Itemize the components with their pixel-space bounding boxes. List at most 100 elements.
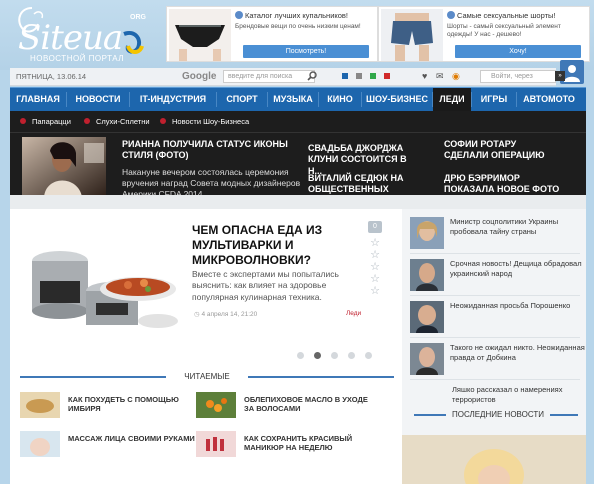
login-go-icon[interactable]: » <box>555 71 565 81</box>
sidebar-news-title: Неожиданная просьба Порошенко <box>450 301 571 310</box>
main-article-image[interactable] <box>20 221 182 341</box>
sidebar-news-item[interactable]: Срочная новость! Дещица обрадовал украин… <box>410 259 586 293</box>
read-item[interactable]: МАССАЖ ЛИЦА СВОИМИ РУКАМИ <box>20 431 200 457</box>
ad-button[interactable]: Посмотреть! <box>243 45 369 58</box>
minister-photo <box>410 217 444 249</box>
star-icon[interactable]: ☆ <box>368 285 382 297</box>
slider-dot[interactable] <box>314 352 321 359</box>
nav-item-games[interactable]: ИГРЫ <box>472 88 516 111</box>
favorites-heart-icon[interactable]: ♥ <box>422 71 427 81</box>
search-icon[interactable] <box>307 71 317 81</box>
utility-bar: ПЯТНИЦА, 13.06.14 Google введите для пои… <box>10 68 565 86</box>
mail-icon[interactable]: ✉ <box>436 71 444 82</box>
theme-gray-icon[interactable] <box>356 73 362 79</box>
subnav-item-gossip[interactable]: Слухи-Сплетни <box>84 117 150 126</box>
divider <box>414 414 446 416</box>
main-content: ЧЕМ ОПАСНА ЕДА ИЗ МУЛЬТИВАРКИ И МИКРОВОЛ… <box>10 209 402 484</box>
subnav-item-showbiz-news[interactable]: Новости Шоу-Бизнеса <box>160 117 249 126</box>
slider-dot[interactable] <box>331 352 338 359</box>
theme-green-icon[interactable] <box>370 73 376 79</box>
read-item-title: МАССАЖ ЛИЦА СВОИМИ РУКАМИ <box>68 434 195 443</box>
sidebar-news-title: Министр соцполитики Украины пробовала та… <box>450 217 559 236</box>
bullet-icon <box>160 118 166 124</box>
multicooker-photo <box>20 221 182 341</box>
divider <box>550 414 578 416</box>
clock-icon: ◷ <box>194 311 200 318</box>
logo-word: Siteua <box>18 18 123 58</box>
latest-news-image[interactable] <box>402 435 586 484</box>
divider <box>20 376 166 378</box>
sidebar-news-item[interactable]: Министр соцполитики Украины пробовала та… <box>410 217 586 251</box>
politician-photo <box>410 259 444 291</box>
ad-title: Каталог лучших купальников! <box>235 11 348 20</box>
divider <box>410 337 580 338</box>
latest-news-header: ПОСЛЕДНИЕ НОВОСТИ <box>414 409 578 421</box>
latest-news-title: ПОСЛЕДНИЕ НОВОСТИ <box>451 410 544 419</box>
read-item[interactable]: КАК СОХРАНИТЬ КРАСИВЫЙ МАНИКЮР НА НЕДЕЛЮ <box>196 431 386 457</box>
main-article-desc: Вместе с экспертами мы попытались выясни… <box>192 269 339 302</box>
slider-dot[interactable] <box>297 352 304 359</box>
slider-pagination <box>297 350 382 362</box>
ad-button[interactable]: Хочу! <box>455 45 581 58</box>
divider <box>410 379 580 380</box>
nav-item-lady[interactable]: ЛЕДИ <box>433 88 471 111</box>
ad-marker-icon <box>447 11 455 19</box>
site-logo[interactable]: Siteua ORG НОВОСТНОЙ ПОРТАЛ <box>12 4 162 66</box>
site-header: Siteua ORG НОВОСТНОЙ ПОРТАЛ Каталог лучш… <box>0 0 594 70</box>
nav-item-news[interactable]: НОВОСТИ <box>67 88 129 111</box>
google-label: Google <box>182 71 217 82</box>
read-item-title: КАК СОХРАНИТЬ КРАСИВЫЙ МАНИКЮР НА НЕДЕЛЮ <box>244 434 353 453</box>
main-article-category[interactable]: Леди <box>346 310 361 317</box>
bullet-icon <box>20 118 26 124</box>
theme-red-icon[interactable] <box>384 73 390 79</box>
star-icon[interactable]: ☆ <box>368 249 382 261</box>
nav-item-music[interactable]: МУЗЫКА <box>268 88 318 111</box>
subnav-item-paparazzi[interactable]: Папарацци <box>20 117 71 126</box>
ad-shorts[interactable]: Самые сексуальные шорты! Шорты - самый с… <box>378 6 590 62</box>
read-item[interactable]: КАК ПОХУДЕТЬ С ПОМОЩЬЮ ИМБИРЯ <box>20 392 200 418</box>
ad-shorts-image <box>381 9 443 61</box>
logo-subtitle: НОВОСТНОЙ ПОРТАЛ <box>30 54 124 63</box>
login-input[interactable]: Войти, через <box>480 70 556 83</box>
date-text: 4 апреля 14, 21:20 <box>201 311 258 318</box>
divider <box>410 253 580 254</box>
nav-item-showbiz[interactable]: ШОУ-БИЗНЕС <box>362 88 432 111</box>
sidebar-news-item[interactable]: Такого не ожидал никто. Неожиданная прав… <box>410 343 586 377</box>
star-icon[interactable]: ☆ <box>368 261 382 273</box>
featured-item-title[interactable]: СВАДЬБА ДЖОРДЖА КЛУНИ СОСТОИТСЯ В Н... <box>308 143 422 177</box>
sidebar: Министр соцполитики Украины пробовала та… <box>402 209 586 484</box>
featured-main-title[interactable]: РИАННА ПОЛУЧИЛА СТАТУС ИКОНЫ СТИЛЯ (ФОТО… <box>122 139 298 162</box>
star-icon[interactable]: ☆ <box>368 273 382 285</box>
nav-item-cinema[interactable]: КИНО <box>319 88 361 111</box>
nav-item-it[interactable]: IT-ИНДУСТРИЯ <box>130 88 216 111</box>
sea-buckthorn-thumbnail <box>196 392 236 418</box>
featured-item-title[interactable]: СОФИИ РОТАРУ СДЕЛАЛИ ОПЕРАЦИЮ <box>444 139 560 162</box>
comment-count[interactable]: 0 <box>368 221 382 233</box>
slider-dot[interactable] <box>348 352 355 359</box>
featured-main-image[interactable] <box>22 137 106 197</box>
nav-item-home[interactable]: ГЛАВНАЯ <box>10 88 66 111</box>
star-icon[interactable]: ☆ <box>368 237 382 249</box>
read-item[interactable]: ОБЛЕПИХОВОЕ МАСЛО В УХОДЕ ЗА ВОЛОСАМИ <box>196 392 386 418</box>
theme-blue-icon[interactable] <box>342 73 348 79</box>
featured-panel: Папарацци Слухи-Сплетни Новости Шоу-Бизн… <box>10 111 586 207</box>
sidebar-news-title: Ляшко рассказал о намерениях террористов <box>452 385 563 404</box>
nav-item-automoto[interactable]: АВТОМОТО <box>517 88 581 111</box>
nav-item-sport[interactable]: СПОРТ <box>217 88 267 111</box>
ad-swimwear[interactable]: Каталог лучших купальников! Брендовые ве… <box>166 6 378 62</box>
rss-icon[interactable]: ◉ <box>452 71 460 82</box>
divider <box>248 376 394 378</box>
poroshenko-photo <box>410 301 444 333</box>
slider-dot[interactable] <box>365 352 372 359</box>
main-article-title[interactable]: ЧЕМ ОПАСНА ЕДА ИЗ МУЛЬТИВАРКИ И МИКРОВОЛ… <box>192 223 352 268</box>
read-item-title: ОБЛЕПИХОВОЕ МАСЛО В УХОДЕ ЗА ВОЛОСАМИ <box>244 395 368 414</box>
latest-news-photo <box>402 435 586 484</box>
read-section-title: ЧИТАЕМЫЕ <box>184 372 230 381</box>
ad-swimwear-image <box>169 9 231 61</box>
rating-stars[interactable]: ☆ ☆ ☆ ☆ ☆ <box>368 237 382 297</box>
search-input[interactable]: введите для поиска <box>223 70 315 83</box>
sidebar-news-item[interactable]: Неожиданная просьба Порошенко <box>410 301 586 335</box>
ginger-thumbnail <box>20 392 60 418</box>
face-massage-thumbnail <box>20 431 60 457</box>
manicure-thumbnail <box>196 431 236 457</box>
